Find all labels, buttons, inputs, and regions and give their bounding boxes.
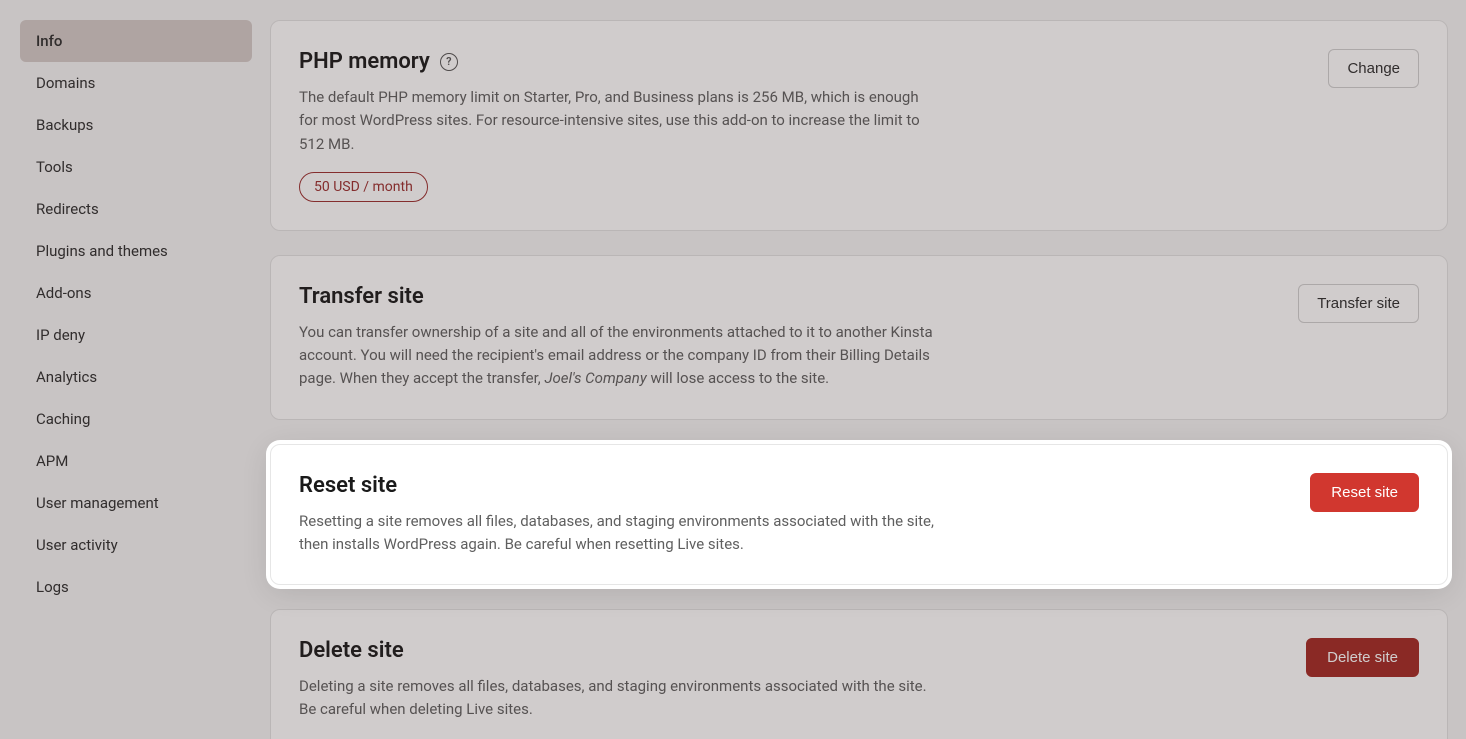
card-description-post: will lose access to the site. <box>647 369 829 387</box>
card-content: PHP memory ? The default PHP memory limi… <box>299 49 1298 202</box>
sidebar: Info Domains Backups Tools Redirects Plu… <box>0 0 270 739</box>
sidebar-item-plugins-themes[interactable]: Plugins and themes <box>20 230 252 272</box>
card-title: Reset site <box>299 473 397 498</box>
sidebar-item-redirects[interactable]: Redirects <box>20 188 252 230</box>
change-button[interactable]: Change <box>1328 49 1419 88</box>
sidebar-item-label: User activity <box>36 536 118 554</box>
card-content: Delete site Deleting a site removes all … <box>299 638 1276 722</box>
card-title: Delete site <box>299 638 404 663</box>
sidebar-item-analytics[interactable]: Analytics <box>20 356 252 398</box>
sidebar-item-caching[interactable]: Caching <box>20 398 252 440</box>
company-name: Joel's Company <box>544 369 646 387</box>
sidebar-item-add-ons[interactable]: Add-ons <box>20 272 252 314</box>
sidebar-item-label: Caching <box>36 410 90 428</box>
sidebar-item-label: Info <box>36 32 62 50</box>
sidebar-item-domains[interactable]: Domains <box>20 62 252 104</box>
card-title-row: PHP memory ? <box>299 49 1298 74</box>
card-content: Transfer site You can transfer ownership… <box>299 284 1268 391</box>
card-title: Transfer site <box>299 284 424 309</box>
sidebar-item-info[interactable]: Info <box>20 20 252 62</box>
sidebar-item-label: IP deny <box>36 326 85 344</box>
sidebar-item-label: Plugins and themes <box>36 242 168 260</box>
card-title: PHP memory <box>299 49 430 74</box>
sidebar-item-label: Tools <box>36 158 73 176</box>
card-transfer-site: Transfer site You can transfer ownership… <box>270 255 1448 420</box>
sidebar-item-tools[interactable]: Tools <box>20 146 252 188</box>
card-description: Deleting a site removes all files, datab… <box>299 675 939 722</box>
card-description: Resetting a site removes all files, data… <box>299 510 939 557</box>
card-description: You can transfer ownership of a site and… <box>299 321 939 391</box>
sidebar-item-ip-deny[interactable]: IP deny <box>20 314 252 356</box>
transfer-site-button[interactable]: Transfer site <box>1298 284 1419 323</box>
main-content: PHP memory ? The default PHP memory limi… <box>270 0 1466 739</box>
sidebar-item-user-management[interactable]: User management <box>20 482 252 524</box>
sidebar-item-label: Logs <box>36 578 69 596</box>
sidebar-item-apm[interactable]: APM <box>20 440 252 482</box>
card-title-row: Reset site <box>299 473 1280 498</box>
sidebar-item-backups[interactable]: Backups <box>20 104 252 146</box>
card-php-memory: PHP memory ? The default PHP memory limi… <box>270 20 1448 231</box>
card-delete-site: Delete site Deleting a site removes all … <box>270 609 1448 739</box>
card-reset-site: Reset site Resetting a site removes all … <box>270 444 1448 586</box>
sidebar-item-user-activity[interactable]: User activity <box>20 524 252 566</box>
sidebar-item-label: Add-ons <box>36 284 91 302</box>
help-icon[interactable]: ? <box>440 53 458 71</box>
card-title-row: Delete site <box>299 638 1276 663</box>
card-content: Reset site Resetting a site removes all … <box>299 473 1280 557</box>
sidebar-item-label: Backups <box>36 116 93 134</box>
price-pill: 50 USD / month <box>299 172 428 202</box>
card-title-row: Transfer site <box>299 284 1268 309</box>
card-description: The default PHP memory limit on Starter,… <box>299 86 939 156</box>
viewport: Info Domains Backups Tools Redirects Plu… <box>0 0 1466 739</box>
sidebar-item-label: User management <box>36 494 159 512</box>
sidebar-item-label: APM <box>36 452 68 470</box>
sidebar-item-label: Analytics <box>36 368 97 386</box>
sidebar-item-label: Redirects <box>36 200 99 218</box>
reset-site-button[interactable]: Reset site <box>1310 473 1419 512</box>
delete-site-button[interactable]: Delete site <box>1306 638 1419 677</box>
sidebar-item-label: Domains <box>36 74 95 92</box>
sidebar-item-logs[interactable]: Logs <box>20 566 252 608</box>
